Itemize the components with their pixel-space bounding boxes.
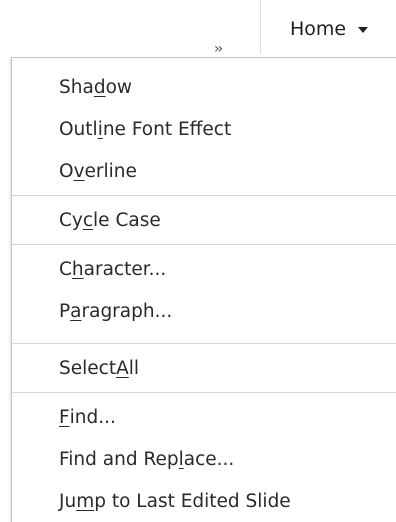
menu-item-text: erline: [84, 160, 137, 182]
menu-separator: [12, 392, 396, 393]
menu-item-paragraph[interactable]: Pa ragraph...: [12, 290, 396, 332]
menu-separator: [12, 343, 396, 344]
menu-item-character[interactable]: Ch aracter...: [12, 248, 396, 290]
menu-item-text: ragraph...: [81, 300, 173, 322]
menu-item-find[interactable]: Find...: [12, 396, 396, 438]
menu-item-jump-to-last-edited-slide[interactable]: Ju m p to Last Edited Slide: [12, 480, 396, 522]
context-menu: Sha d ow Outl i ne Font Effect Ov erline Cy c l…: [11, 57, 396, 522]
menu-item-text: le Case: [93, 209, 161, 231]
menu-item-shadow[interactable]: Sha d ow: [12, 66, 396, 108]
mnemonic: a: [70, 300, 82, 322]
mnemonic: c: [82, 209, 94, 231]
menu-item-text: Cy: [59, 209, 83, 231]
tab-home[interactable]: Home: [290, 13, 369, 45]
menu-item-text: ow: [105, 76, 133, 98]
menu-item-text: ll: [128, 357, 140, 379]
caret-down-icon: [358, 27, 369, 33]
menu-item-overline[interactable]: Ov erline: [12, 150, 396, 192]
menu-item-text: C: [59, 258, 72, 280]
menu-separator: [12, 244, 396, 245]
mnemonic: d: [93, 76, 106, 98]
mnemonic: m: [76, 490, 95, 512]
mnemonic: h: [71, 258, 84, 280]
screen: ›› Home Sha d ow Outl i ne Font Effect Ov erl…: [0, 0, 396, 522]
menu-item-text: Select: [59, 357, 117, 379]
menu-item-text: ind...: [69, 406, 116, 428]
menu-item-text: Sha: [59, 76, 94, 98]
menu-item-outline-font-effect[interactable]: Outl i ne Font Effect: [12, 108, 396, 150]
menu-separator: [12, 195, 396, 196]
menu-item-find-and-replace[interactable]: Find and Rep l ace...: [12, 438, 396, 480]
menu-item-text: p to Last Edited Slide: [94, 490, 291, 512]
menu-item-text: P: [59, 300, 71, 322]
tab-home-label: Home: [290, 18, 347, 40]
menu-item-cycle-case[interactable]: Cy c le Case: [12, 199, 396, 241]
menu-item-text: O: [59, 160, 74, 182]
mnemonic: v: [73, 160, 85, 182]
menu-item-text: Outl: [59, 118, 98, 140]
mnemonic: F: [59, 406, 70, 428]
toolbar: ›› Home: [0, 0, 396, 58]
menu-item-text: Find and Rep: [59, 448, 179, 470]
menu-item-text: Ju: [59, 490, 77, 512]
menu-item-text: ne Font Effect: [102, 118, 232, 140]
mnemonic: A: [116, 357, 129, 379]
overflow-chevron-icon[interactable]: ››: [214, 42, 223, 56]
menu-item-text: aracter...: [83, 258, 167, 280]
menu-item-select-all[interactable]: Select All: [12, 347, 396, 389]
toolbar-separator: [260, 0, 261, 54]
menu-item-text: ace...: [183, 448, 235, 470]
